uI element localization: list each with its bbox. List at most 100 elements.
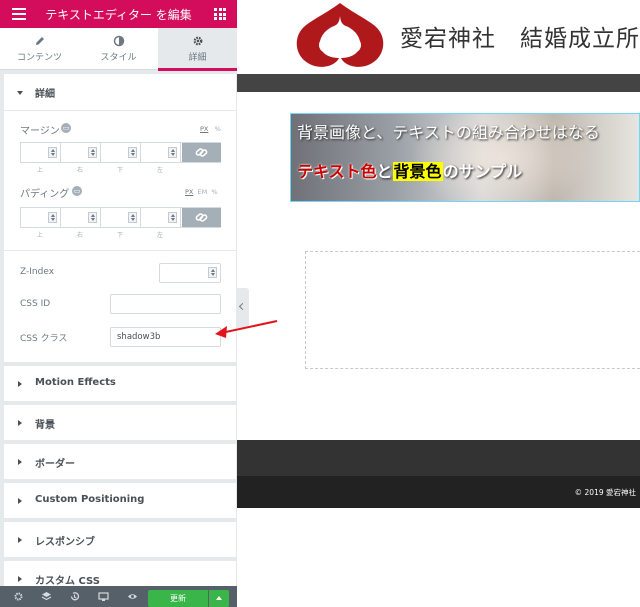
motion-effects-section[interactable]: Motion Effects [4, 366, 236, 401]
site-logo[interactable] [291, 0, 389, 72]
stepper-icon[interactable] [48, 212, 57, 223]
gear-icon [193, 36, 202, 46]
tab-content[interactable]: コンテンツ [0, 28, 79, 70]
connector-text: と [376, 162, 393, 181]
link-values-button[interactable] [182, 208, 221, 227]
responsive-icon[interactable]: ▭ [61, 123, 71, 133]
banner-text: 背景画像と、テキストの組み合わせはなる [297, 123, 600, 142]
copyright-text: © 2019 愛宕神社 [574, 488, 636, 497]
site-footer-bar: © 2019 愛宕神社 [237, 476, 640, 508]
pencil-icon [35, 37, 44, 45]
section-title: カスタム CSS [35, 576, 100, 587]
link-icon [195, 213, 208, 222]
sample-text: のサンプル [442, 162, 523, 181]
site-footer-widgets [237, 440, 640, 476]
eye-icon[interactable] [127, 591, 138, 602]
custom-positioning-section[interactable]: Custom Positioning [4, 483, 236, 518]
stepper-icon[interactable] [88, 147, 97, 158]
gear-icon[interactable] [13, 591, 24, 602]
dim-label-top: 上 [36, 167, 43, 174]
stepper-icon[interactable] [48, 147, 57, 158]
text-editor-widget[interactable]: 背景画像と、テキストの組み合わせはなる テキスト色と背景色のサンプル [290, 113, 640, 202]
panel-tabs: コンテンツ スタイル 詳細 [0, 28, 237, 71]
panel-title: テキストエディター を編集 [45, 8, 192, 22]
padding-right-input[interactable] [61, 208, 101, 227]
margin-units[interactable]: PX % [200, 125, 221, 133]
responsive-icon[interactable]: ▭ [72, 186, 82, 196]
dim-label-left: 左 [156, 232, 163, 239]
tab-advanced[interactable]: 詳細 [158, 28, 237, 71]
padding-left-input[interactable] [141, 208, 181, 227]
stepper-icon[interactable] [128, 147, 137, 158]
stepper-icon[interactable] [168, 212, 177, 223]
update-button[interactable]: 更新 [148, 590, 208, 607]
advanced-section-header[interactable]: 詳細 [4, 74, 236, 110]
dim-label-right: 右 [76, 232, 83, 239]
tab-content-label: コンテンツ [16, 53, 62, 63]
editor-panel: テキストエディター を編集 コンテンツ スタイル 詳細 詳細 マージン ▭ PX… [0, 0, 237, 607]
padding-bottom-input[interactable] [101, 208, 141, 227]
margin-label: マージン [20, 126, 60, 137]
padding-dimensions [20, 207, 221, 228]
margin-bottom-input[interactable] [101, 143, 141, 162]
advanced-section: 詳細 マージン ▭ PX % 上 右 下 左 パディング ▭ PX EM % 上… [4, 74, 236, 362]
desktop-icon[interactable] [98, 591, 109, 602]
layers-icon[interactable] [41, 591, 52, 602]
editor-app: テキストエディター を編集 コンテンツ スタイル 詳細 詳細 マージン ▭ PX… [0, 0, 640, 607]
panel-header: テキストエディター を編集 [0, 0, 237, 28]
caret-right-icon [18, 498, 22, 504]
dim-label-bottom: 下 [116, 232, 123, 239]
padding-units[interactable]: PX EM % [185, 188, 218, 196]
unit-em[interactable]: EM [198, 188, 208, 196]
responsive-section[interactable]: レスポンシブ [4, 522, 236, 557]
margin-dimensions [20, 142, 221, 163]
unit-px[interactable]: PX [185, 188, 193, 196]
red-text-sample: テキスト色 [297, 162, 377, 181]
site-title[interactable]: 愛宕神社 結婚成立所 [400, 19, 640, 53]
link-icon [195, 148, 208, 157]
update-options-button[interactable] [209, 590, 229, 607]
margin-left-input[interactable] [141, 143, 181, 162]
tab-style[interactable]: スタイル [79, 28, 158, 70]
section-title: ボーダー [35, 459, 75, 470]
padding-top-input[interactable] [21, 208, 61, 227]
background-section[interactable]: 背景 [4, 405, 236, 440]
css-class-label: CSS クラス [20, 334, 68, 344]
dim-label-top: 上 [36, 232, 43, 239]
section-title: Motion Effects [35, 377, 116, 388]
unit-px[interactable]: PX [200, 125, 208, 133]
margin-dim-labels: 上 右 下 左 [20, 165, 180, 174]
tab-advanced-label: 詳細 [188, 53, 207, 63]
custom-css-section[interactable]: カスタム CSS [4, 561, 236, 587]
caret-right-icon [18, 537, 22, 543]
dim-label-left: 左 [156, 167, 163, 174]
margin-right-input[interactable] [61, 143, 101, 162]
dim-label-right: 右 [76, 167, 83, 174]
stepper-icon[interactable] [88, 212, 97, 223]
padding-label: パディング [20, 189, 70, 200]
highlight-text-sample: 背景色 [392, 162, 443, 181]
section-title: 背景 [35, 420, 55, 431]
annotation-arrow-icon [215, 320, 278, 338]
margin-top-input[interactable] [21, 143, 61, 162]
empty-drop-area[interactable] [305, 251, 640, 369]
stepper-icon[interactable] [128, 212, 137, 223]
caret-right-icon [18, 459, 22, 465]
unit-percent[interactable]: % [211, 188, 217, 196]
unit-percent[interactable]: % [215, 125, 221, 133]
border-section[interactable]: ボーダー [4, 444, 236, 479]
page-preview: 愛宕神社 結婚成立所 背景画像と、テキストの組み合わせはなる テキスト色と背景色… [237, 0, 640, 607]
link-values-button[interactable] [182, 143, 221, 162]
padding-dim-labels: 上 右 下 左 [20, 230, 180, 239]
dim-label-bottom: 下 [116, 167, 123, 174]
stepper-icon[interactable] [208, 267, 217, 278]
divider [4, 110, 236, 111]
advanced-section-title: 詳細 [35, 89, 55, 100]
section-title: レスポンシブ [35, 537, 95, 548]
z-index-input[interactable] [159, 263, 221, 283]
css-id-input[interactable] [110, 294, 221, 314]
history-icon[interactable] [69, 591, 80, 602]
widgets-grid-icon[interactable] [214, 8, 226, 20]
divider [4, 250, 236, 251]
stepper-icon[interactable] [168, 147, 177, 158]
